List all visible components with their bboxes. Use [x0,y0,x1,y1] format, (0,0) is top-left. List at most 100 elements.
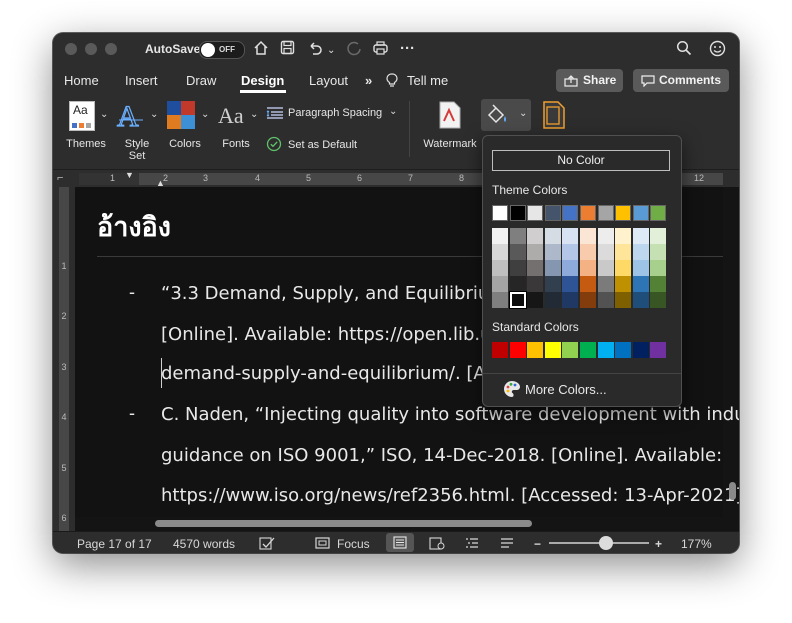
theme-shade-swatch[interactable] [545,276,561,292]
theme-shade-swatch[interactable] [510,228,526,244]
theme-shade-swatch[interactable] [633,244,649,260]
zoom-level[interactable]: 177% [681,537,712,551]
theme-shade-swatch[interactable] [598,276,614,292]
theme-shade-swatch[interactable] [527,228,543,244]
theme-shade-swatch[interactable] [633,292,649,308]
standard-color-swatch[interactable] [510,342,526,358]
theme-color-swatch[interactable] [545,205,561,221]
home-icon[interactable] [253,40,269,60]
web-layout-icon[interactable] [429,537,445,553]
theme-shade-swatch[interactable] [492,244,508,260]
theme-shade-swatch[interactable] [492,292,508,308]
theme-shade-swatch[interactable] [492,228,508,244]
theme-shade-swatch[interactable] [580,228,596,244]
paragraph-spacing-label[interactable]: Paragraph Spacing [288,107,382,119]
tell-me-search[interactable]: Tell me [407,73,448,88]
theme-shade-swatch[interactable] [509,291,527,309]
standard-color-swatch[interactable] [615,342,631,358]
theme-shade-swatch[interactable] [615,292,631,308]
theme-shade-swatch[interactable] [633,260,649,276]
theme-shade-swatch[interactable] [545,292,561,308]
more-colors-button[interactable]: More Colors... [525,382,607,397]
set-as-default-button[interactable]: Set as Default [288,139,357,151]
theme-shade-swatch[interactable] [580,244,596,260]
more-tabs-chevron-icon[interactable]: » [365,73,372,88]
theme-shade-swatch[interactable] [562,228,578,244]
tab-draw[interactable]: Draw [186,73,216,88]
outline-view-icon[interactable] [465,537,479,552]
theme-shade-swatch[interactable] [492,276,508,292]
themes-button[interactable]: Aa [69,101,95,131]
print-icon[interactable] [372,40,389,60]
theme-shade-swatch[interactable] [580,292,596,308]
page-count[interactable]: Page 17 of 17 [77,537,152,551]
standard-color-swatch[interactable] [598,342,614,358]
vertical-ruler[interactable]: 1 2 3 4 5 6 [53,187,75,531]
theme-shade-swatch[interactable] [598,244,614,260]
colors-chevron-icon[interactable]: ⌄ [201,109,209,120]
comments-button[interactable]: Comments [633,69,729,92]
close-window-button[interactable] [65,43,77,55]
theme-color-swatch[interactable] [562,205,578,221]
theme-shade-swatch[interactable] [510,260,526,276]
page-color-button[interactable]: ⌄ [481,99,531,131]
theme-shade-swatch[interactable] [510,244,526,260]
draft-view-icon[interactable] [500,537,514,552]
minimize-window-button[interactable] [85,43,97,55]
no-color-button[interactable]: No Color [492,150,670,171]
theme-shade-swatch[interactable] [615,276,631,292]
theme-shade-swatch[interactable] [527,292,543,308]
fonts-glyph[interactable]: Aa [218,103,244,129]
page-color-chevron-icon[interactable]: ⌄ [519,108,527,119]
tab-insert[interactable]: Insert [125,73,158,88]
theme-shade-swatch[interactable] [650,292,666,308]
theme-shade-swatch[interactable] [527,244,543,260]
colors-button[interactable] [167,101,195,129]
theme-shade-swatch[interactable] [527,276,543,292]
theme-shade-swatch[interactable] [562,244,578,260]
style-set-icon[interactable]: A [116,99,146,136]
theme-shade-swatch[interactable] [580,260,596,276]
theme-shade-swatch[interactable] [615,228,631,244]
print-layout-view-button[interactable] [386,533,414,552]
paragraph-spacing-icon[interactable] [266,106,284,125]
themes-chevron-icon[interactable]: ⌄ [100,109,108,120]
theme-shade-swatch[interactable] [492,260,508,276]
undo-menu-chevron-icon[interactable]: ⌄ [327,42,335,59]
search-icon[interactable] [676,40,692,60]
theme-shade-swatch[interactable] [615,260,631,276]
page-borders-icon[interactable] [543,101,565,134]
theme-shade-swatch[interactable] [633,228,649,244]
theme-shade-swatch[interactable] [633,276,649,292]
first-line-indent-marker-icon[interactable]: ▼ [125,170,134,180]
standard-color-swatch[interactable] [633,342,649,358]
theme-shade-swatch[interactable] [545,244,561,260]
theme-color-swatch[interactable] [598,205,614,221]
standard-color-swatch[interactable] [562,342,578,358]
tab-layout[interactable]: Layout [309,73,348,88]
zoom-slider-knob[interactable] [599,536,613,550]
theme-color-swatch[interactable] [615,205,631,221]
standard-color-swatch[interactable] [527,342,543,358]
word-count[interactable]: 4570 words [173,537,235,551]
fonts-chevron-icon[interactable]: ⌄ [250,109,258,120]
standard-color-swatch[interactable] [650,342,666,358]
focus-button[interactable]: Focus [337,537,370,551]
theme-shade-swatch[interactable] [545,260,561,276]
theme-shade-swatch[interactable] [545,228,561,244]
standard-color-swatch[interactable] [545,342,561,358]
tab-stop-selector-icon[interactable]: ⌐ [57,172,63,184]
theme-shade-swatch[interactable] [598,292,614,308]
tab-design[interactable]: Design [241,73,284,88]
standard-color-swatch[interactable] [492,342,508,358]
theme-shade-swatch[interactable] [527,260,543,276]
vertical-scrollbar[interactable] [729,482,736,500]
autosave-toggle[interactable]: OFF [199,41,245,59]
theme-shade-swatch[interactable] [562,292,578,308]
theme-shade-swatch[interactable] [650,276,666,292]
zoom-window-button[interactable] [105,43,117,55]
theme-shade-swatch[interactable] [598,260,614,276]
undo-icon[interactable] [307,40,323,60]
theme-shade-swatch[interactable] [650,244,666,260]
share-button[interactable]: Share [556,69,623,92]
